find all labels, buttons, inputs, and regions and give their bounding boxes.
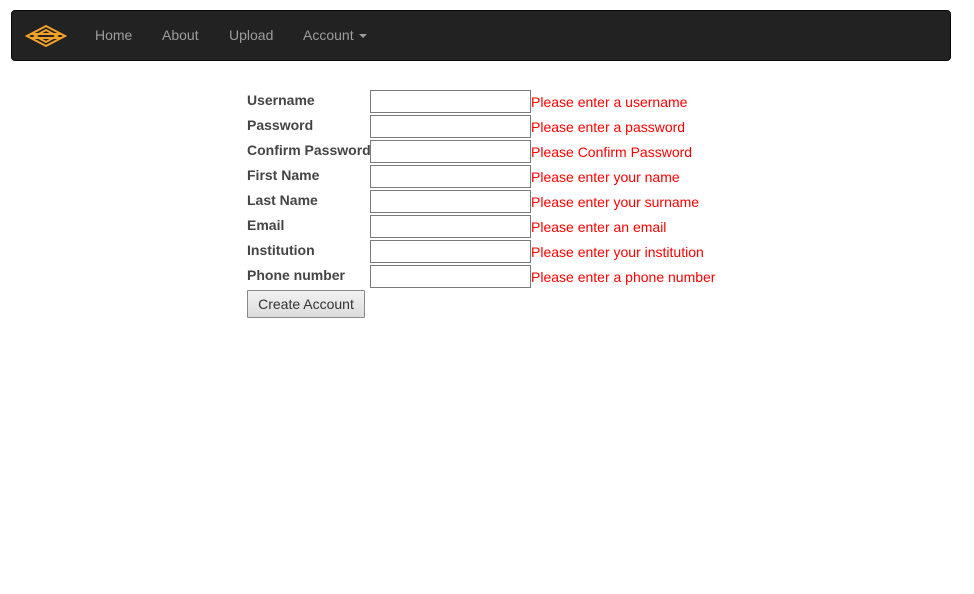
confirm-password-label: Confirm Password — [247, 142, 371, 158]
email-input[interactable] — [370, 215, 531, 238]
username-row: Username Please enter a username — [247, 89, 767, 114]
institution-input[interactable] — [370, 240, 531, 263]
nav-about-link[interactable]: About — [162, 11, 199, 60]
username-error: Please enter a username — [531, 94, 688, 110]
confirm-password-row: Confirm Password Please Confirm Password — [247, 139, 767, 164]
institution-label: Institution — [247, 242, 315, 258]
last-name-label: Last Name — [247, 192, 318, 208]
email-row: Email Please enter an email — [247, 214, 767, 239]
first-name-error: Please enter your name — [531, 169, 680, 185]
nav-home-link[interactable]: Home — [95, 11, 132, 60]
confirm-password-input[interactable] — [370, 140, 531, 163]
last-name-error: Please enter your surname — [531, 194, 700, 210]
nav-upload-link[interactable]: Upload — [229, 11, 273, 60]
last-name-input[interactable] — [370, 190, 531, 213]
password-error: Please enter a password — [531, 119, 686, 135]
last-name-row: Last Name Please enter your surname — [247, 189, 767, 214]
first-name-input[interactable] — [370, 165, 531, 188]
phone-number-input[interactable] — [370, 265, 531, 288]
institution-row: Institution Please enter your institutio… — [247, 239, 767, 264]
password-input[interactable] — [370, 115, 531, 138]
username-input[interactable] — [370, 90, 531, 113]
nav-account-dropdown[interactable]: Account — [303, 11, 367, 60]
confirm-password-error: Please Confirm Password — [531, 144, 693, 160]
username-label: Username — [247, 92, 315, 108]
brand-logo-icon[interactable] — [24, 24, 68, 48]
password-label: Password — [247, 117, 314, 133]
phone-number-error: Please enter a phone number — [531, 269, 716, 285]
first-name-label: First Name — [247, 167, 320, 183]
institution-error: Please enter your institution — [531, 244, 704, 260]
email-error: Please enter an email — [531, 219, 667, 235]
first-name-row: First Name Please enter your name — [247, 164, 767, 189]
phone-number-label: Phone number — [247, 267, 346, 283]
create-account-button[interactable]: Create Account — [247, 290, 365, 318]
create-account-form: Username Please enter a username Passwor… — [247, 89, 767, 318]
nav-account-label: Account — [303, 27, 354, 43]
email-label: Email — [247, 217, 285, 233]
top-navbar: Home About Upload Account — [11, 10, 951, 61]
password-row: Password Please enter a password — [247, 114, 767, 139]
caret-down-icon — [358, 34, 367, 39]
phone-number-row: Phone number Please enter a phone number — [247, 264, 767, 289]
